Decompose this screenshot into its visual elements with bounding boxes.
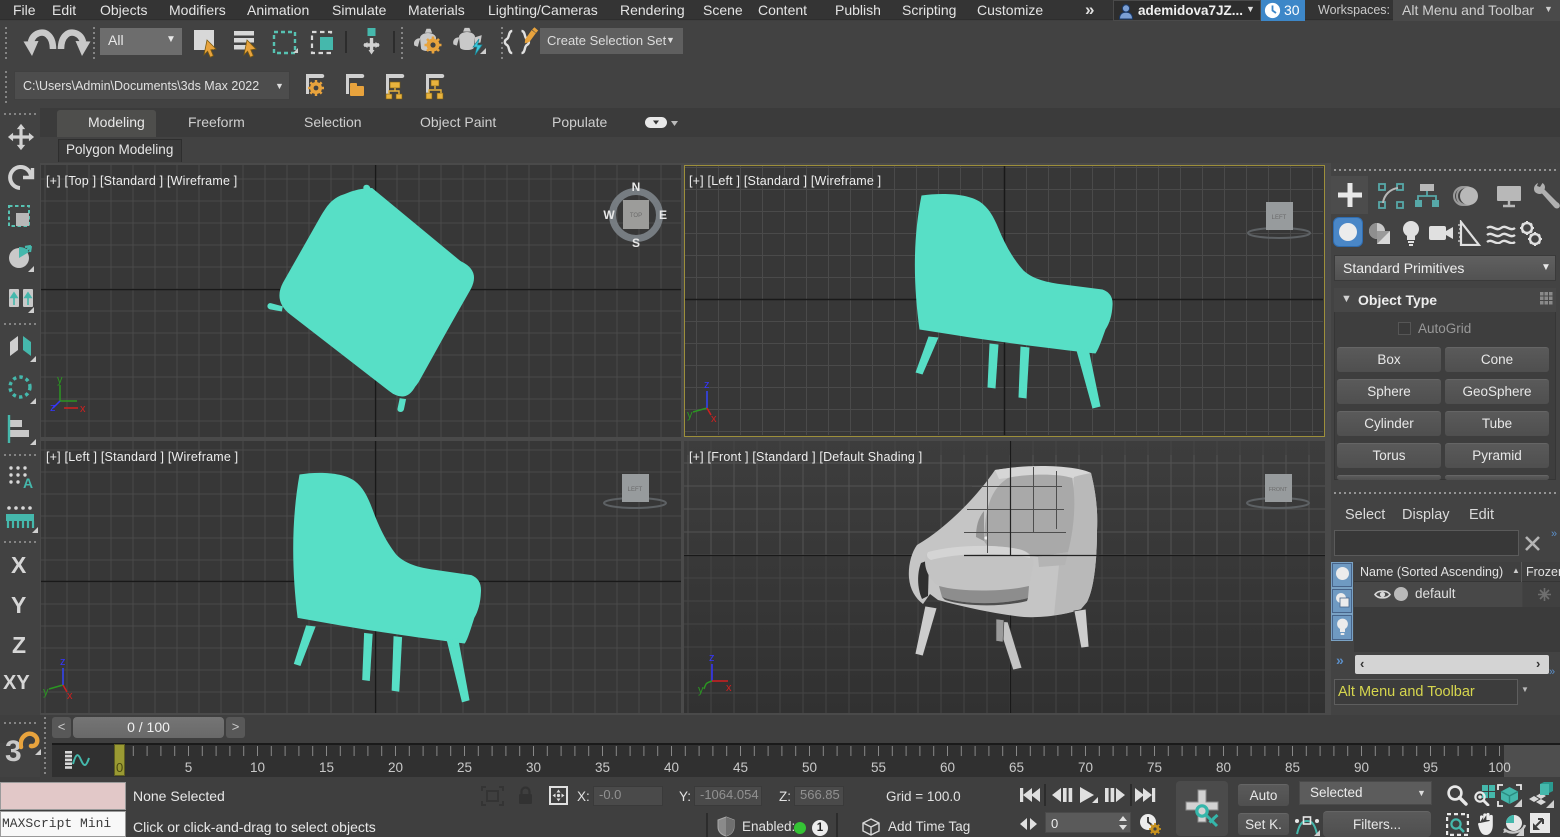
svg-text:80: 80 <box>1216 760 1231 775</box>
svg-text:25: 25 <box>457 760 472 775</box>
svg-text:W: W <box>603 208 615 222</box>
svg-text:15: 15 <box>319 760 334 775</box>
svg-text:30: 30 <box>526 760 541 775</box>
svg-text:N: N <box>632 180 641 194</box>
svg-text:45: 45 <box>733 760 748 775</box>
svg-text:35: 35 <box>595 760 610 775</box>
svg-text:90: 90 <box>1354 760 1369 775</box>
svg-text:20: 20 <box>388 760 403 775</box>
svg-text:70: 70 <box>1078 760 1093 775</box>
svg-text:y: y <box>698 684 704 696</box>
svg-text:60: 60 <box>940 760 955 775</box>
svg-text:z: z <box>709 652 715 664</box>
svg-text:E: E <box>659 208 667 222</box>
svg-text:85: 85 <box>1285 760 1300 775</box>
svg-text:y: y <box>43 686 49 698</box>
svg-text:95: 95 <box>1423 760 1438 775</box>
svg-text:LEFT: LEFT <box>628 487 643 493</box>
svg-text:x: x <box>67 690 73 702</box>
svg-text:x: x <box>80 403 86 415</box>
svg-text:65: 65 <box>1009 760 1024 775</box>
svg-text:y: y <box>687 409 693 421</box>
svg-text:10: 10 <box>250 760 265 775</box>
svg-text:y: y <box>57 374 63 386</box>
svg-text:FRONT: FRONT <box>1269 487 1288 493</box>
svg-text:75: 75 <box>1147 760 1162 775</box>
svg-text:50: 50 <box>802 760 817 775</box>
svg-text:TOP: TOP <box>630 213 642 219</box>
svg-text:A: A <box>23 475 33 491</box>
svg-text:5: 5 <box>185 760 193 775</box>
svg-text:x: x <box>726 682 732 694</box>
svg-text:40: 40 <box>664 760 679 775</box>
svg-text:100: 100 <box>1488 760 1511 775</box>
svg-text:LEFT: LEFT <box>1272 215 1287 221</box>
svg-text:z: z <box>50 402 56 414</box>
svg-text:z: z <box>704 379 710 391</box>
svg-text:x: x <box>711 413 717 425</box>
svg-text:55: 55 <box>871 760 886 775</box>
svg-text:S: S <box>632 236 640 250</box>
svg-text:z: z <box>60 656 66 668</box>
